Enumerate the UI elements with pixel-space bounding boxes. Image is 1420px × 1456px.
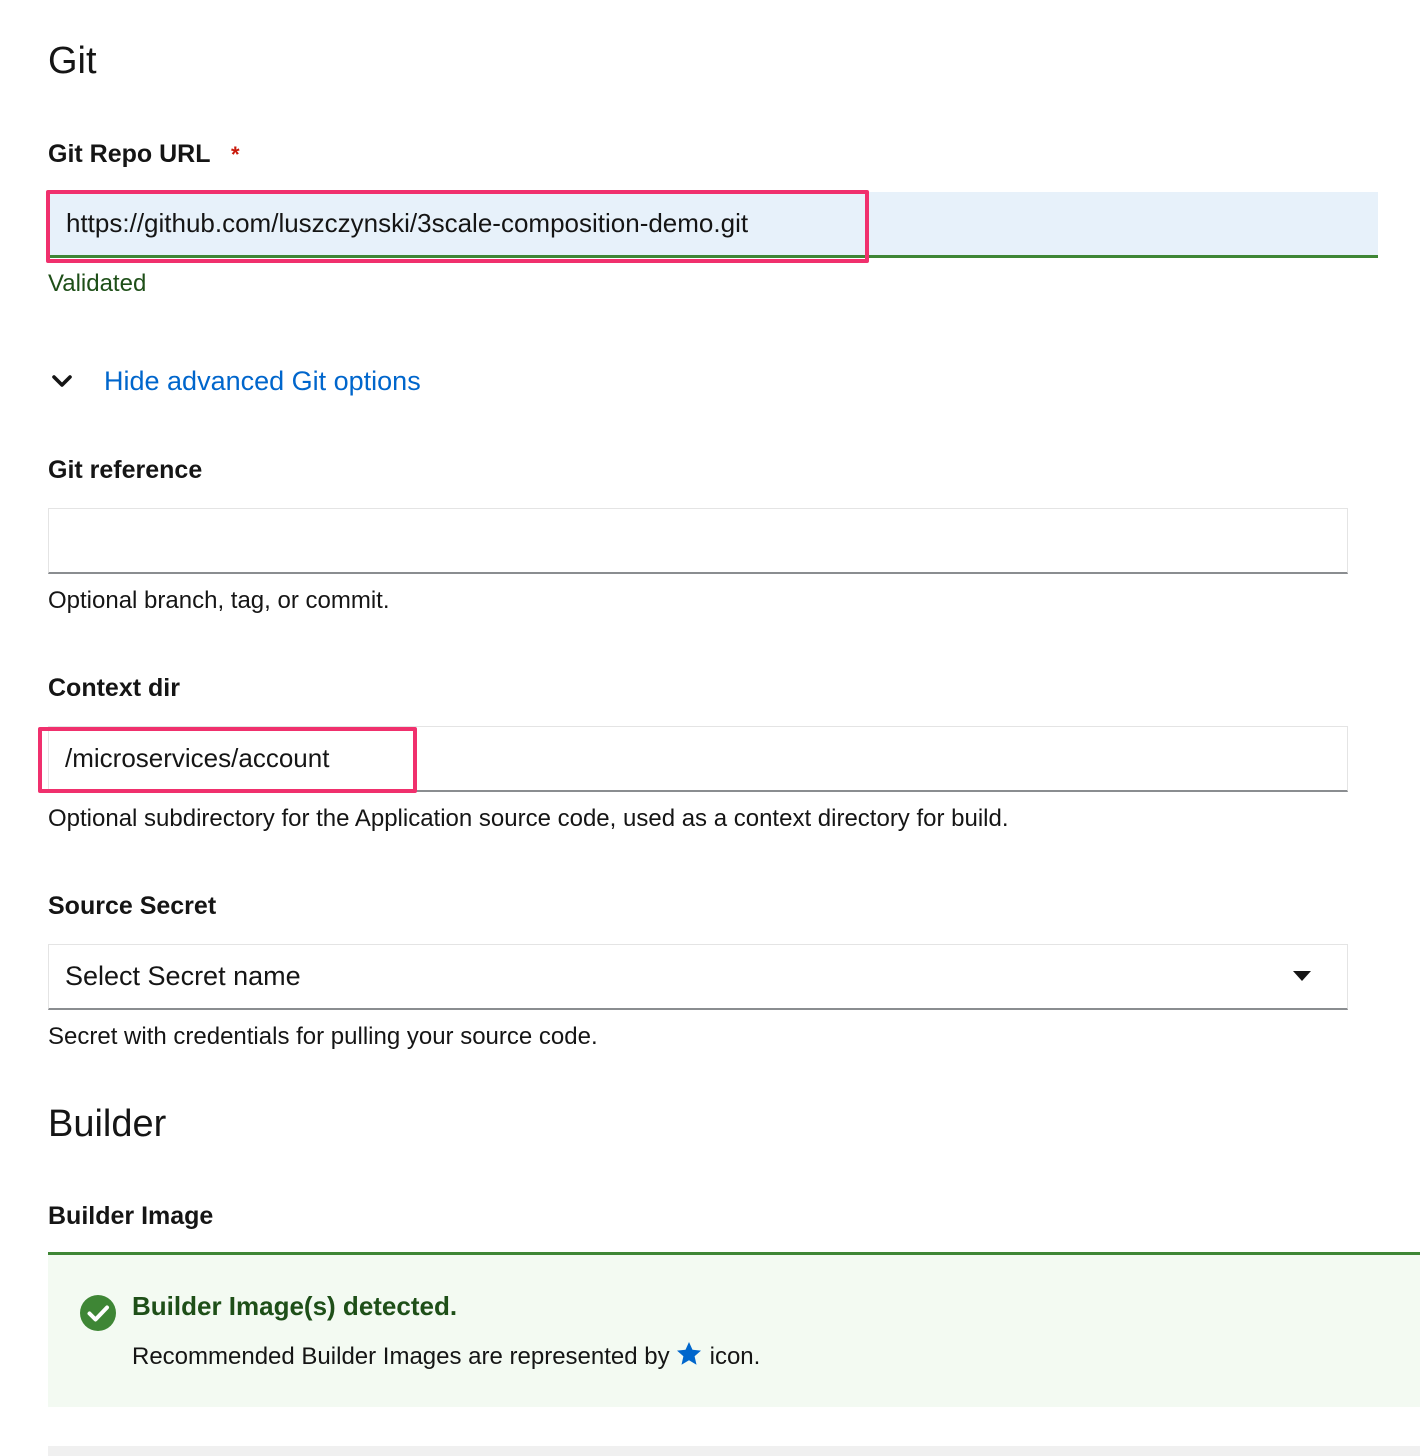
git-repo-url-input[interactable] [48,192,1378,258]
git-repo-url-label-text: Git Repo URL [48,140,211,168]
source-secret-selected-value: Select Secret name [65,961,301,991]
builder-image-list-edge [48,1446,1420,1456]
source-secret-label: Source Secret [48,892,217,920]
caret-down-icon [1293,971,1311,982]
context-dir-helper: Optional subdirectory for the Applicatio… [48,805,1009,832]
check-circle-icon [80,1295,116,1331]
required-indicator: * [231,142,240,167]
alert-body-text-after: icon. [709,1342,761,1370]
source-secret-select[interactable]: Select Secret name [48,944,1348,1010]
git-reference-input[interactable] [48,508,1348,574]
hide-advanced-git-options-label: Hide advanced Git options [104,366,421,396]
git-section-heading: Git [48,40,97,82]
alert-body: Recommended Builder Images are represent… [132,1341,760,1372]
git-repo-url-label: Git Repo URL * [48,140,240,169]
builder-image-label: Builder Image [48,1202,214,1230]
git-repo-url-validated-status: Validated [48,270,147,297]
alert-body-text-before: Recommended Builder Images are represent… [132,1342,670,1370]
alert-title: Builder Image(s) detected. [132,1291,458,1321]
star-icon [676,1341,702,1366]
builder-section-heading: Builder [48,1103,167,1145]
context-dir-label: Context dir [48,674,180,702]
git-reference-helper: Optional branch, tag, or commit. [48,587,390,614]
hide-advanced-git-options-toggle[interactable]: Hide advanced Git options [52,366,421,397]
source-secret-helper: Secret with credentials for pulling your… [48,1023,598,1050]
git-reference-label: Git reference [48,456,203,484]
context-dir-input[interactable] [48,726,1348,792]
chevron-down-icon [52,374,72,389]
builder-image-detected-alert: Builder Image(s) detected. Recommended B… [48,1252,1420,1407]
